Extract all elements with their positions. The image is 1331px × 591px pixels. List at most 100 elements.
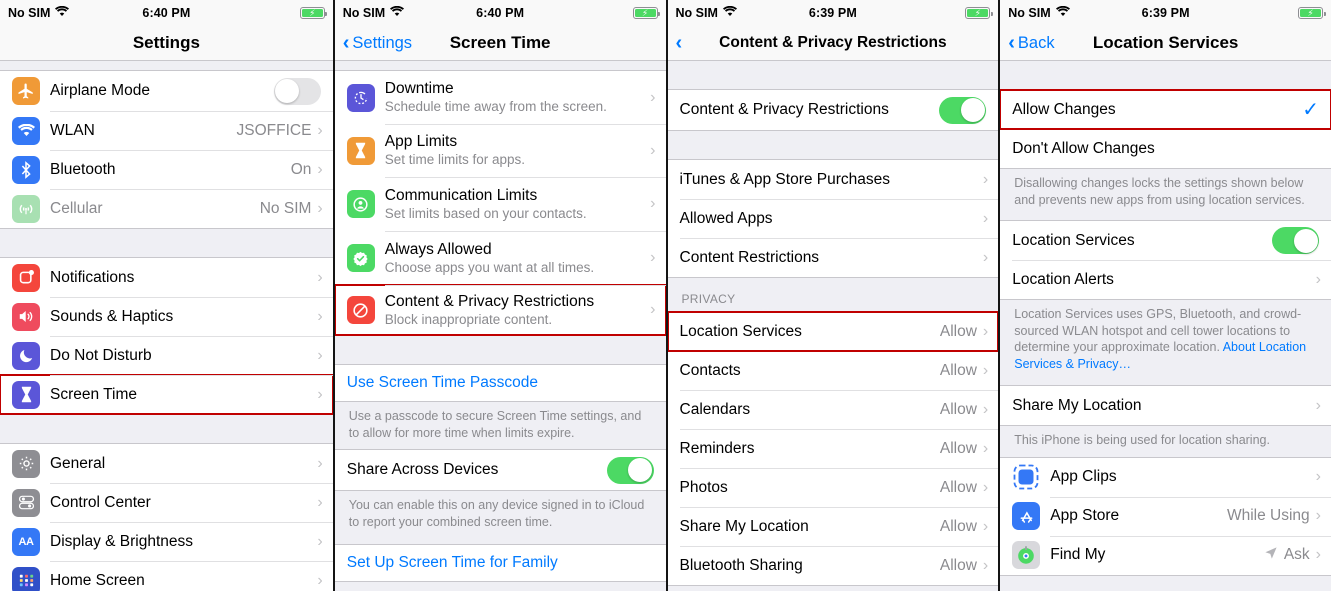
list-item-title: App Limits xyxy=(384,133,458,151)
list-item-subtitle: Schedule time away from the screen. xyxy=(384,99,607,115)
content-privacy-restrictions-toggle[interactable] xyxy=(939,96,987,124)
sounds-icon xyxy=(12,302,40,331)
chevron-right-icon: › xyxy=(982,556,989,574)
list-item-text: App Limits Set time limits for apps. xyxy=(385,133,650,167)
list-item-always-allowed[interactable]: Always Allowed Choose apps you want at a… xyxy=(334,231,666,285)
share-location-footer-text: This iPhone is being used for location s… xyxy=(1000,426,1331,457)
chevron-right-icon: › xyxy=(982,248,989,266)
option-allow-changes[interactable]: Allow Changes ✓ xyxy=(1000,89,1331,130)
restrictions-list[interactable]: Content & Privacy Restrictions iTunes & … xyxy=(667,61,999,591)
chevron-right-icon: › xyxy=(982,170,989,188)
list-item-title: Communication Limits xyxy=(384,186,538,204)
chevron-right-icon: › xyxy=(317,199,323,217)
sidebar-item-display-brightness[interactable]: AA Display & Brightness › xyxy=(0,522,333,561)
list-item-text: Content & Privacy Restrictions Block ina… xyxy=(385,293,650,327)
use-screen-time-passcode-button[interactable]: Use Screen Time Passcode xyxy=(334,364,666,402)
chevron-right-icon: › xyxy=(650,195,656,212)
row-label: Bluetooth Sharing xyxy=(679,556,803,574)
list-item-downtime[interactable]: Downtime Schedule time away from the scr… xyxy=(334,71,666,124)
row-label: Do Not Disturb xyxy=(50,346,152,364)
sidebar-item-cellular[interactable]: Cellular No SIM › xyxy=(0,189,333,228)
row-label: Don't Allow Changes xyxy=(1012,139,1155,157)
list-item-subtitle: Set time limits for apps. xyxy=(384,152,526,168)
row-label: App Store xyxy=(1050,507,1120,524)
location-services-list[interactable]: Allow Changes ✓ Don't Allow Changes Disa… xyxy=(1000,61,1331,591)
list-item-app-store[interactable]: App Store While Using › xyxy=(1000,496,1331,536)
option-dont-allow-changes[interactable]: Don't Allow Changes xyxy=(1000,129,1331,168)
chevron-right-icon: › xyxy=(982,478,989,496)
sidebar-item-do-not-disturb[interactable]: Do Not Disturb › xyxy=(0,336,333,375)
list-item-content-privacy-restrictions[interactable]: Content & Privacy Restrictions Block ina… xyxy=(334,284,666,336)
row-label: Share My Location xyxy=(1012,396,1142,414)
chevron-right-icon: › xyxy=(982,322,989,340)
list-item-calendars[interactable]: Calendars Allow › xyxy=(667,390,999,429)
spacer xyxy=(0,415,333,443)
back-button[interactable]: ‹ Back xyxy=(1008,33,1054,53)
list-item-find-my[interactable]: Find My Ask › xyxy=(1000,535,1331,575)
content-privacy-restrictions-row[interactable]: Content & Privacy Restrictions xyxy=(667,90,999,130)
chevron-right-icon: › xyxy=(1315,396,1321,414)
chevron-right-icon: › xyxy=(317,346,323,364)
sidebar-item-home-screen[interactable]: Home Screen › xyxy=(0,561,333,591)
list-item-title: Downtime xyxy=(384,80,454,98)
row-label: Screen Time xyxy=(50,385,138,403)
list-item-communication-limits[interactable]: Communication Limits Set limits based on… xyxy=(334,177,666,231)
sidebar-item-airplane-mode[interactable]: Airplane Mode xyxy=(0,71,333,111)
sidebar-item-general[interactable]: General › xyxy=(0,444,333,483)
sidebar-item-sounds-haptics[interactable]: Sounds & Haptics › xyxy=(0,297,333,336)
privacy-section-header: PRIVACY xyxy=(667,278,999,311)
list-item-photos[interactable]: Photos Allow › xyxy=(667,468,999,507)
list-item-location-services[interactable]: Location Services Allow › xyxy=(667,311,999,352)
list-item-app-clips[interactable]: App Clips › xyxy=(1000,457,1331,497)
settings-list[interactable]: Airplane Mode WLAN JSOFFICE › Bluetooth … xyxy=(0,61,333,591)
sidebar-item-bluetooth[interactable]: Bluetooth On › xyxy=(0,150,333,189)
set-up-family-button[interactable]: Set Up Screen Time for Family xyxy=(334,544,666,582)
spacer xyxy=(667,131,999,159)
row-label: Control Center xyxy=(50,493,151,511)
gear-icon xyxy=(12,449,40,478)
clock: 6:40 PM xyxy=(476,6,525,20)
row-label: Find My xyxy=(1050,546,1106,563)
list-item-itunes-app-store-purchases[interactable]: iTunes & App Store Purchases › xyxy=(667,160,999,199)
airplane-mode-toggle[interactable] xyxy=(273,77,321,105)
share-across-devices-toggle[interactable] xyxy=(606,456,654,484)
screen-time-list[interactable]: Downtime Schedule time away from the scr… xyxy=(334,61,666,591)
phone-screenshot-row: No SIM 6:40 PM ⚡ Settings Airplane Mode xyxy=(0,0,1331,591)
clock: 6:39 PM xyxy=(808,6,857,20)
list-item-app-limits[interactable]: App Limits Set time limits for apps. › xyxy=(334,124,666,177)
list-item-allowed-apps[interactable]: Allowed Apps › xyxy=(667,199,999,238)
list-item-location-alerts[interactable]: Location Alerts › xyxy=(1000,260,1331,299)
sidebar-item-screen-time[interactable]: Screen Time › xyxy=(0,374,333,415)
row-label: Bluetooth xyxy=(50,160,116,178)
chevron-right-icon: › xyxy=(650,301,656,318)
location-services-toggle[interactable] xyxy=(1272,227,1319,254)
chevron-right-icon: › xyxy=(982,361,989,379)
sidebar-item-wlan[interactable]: WLAN JSOFFICE › xyxy=(0,111,333,150)
spacer xyxy=(334,61,666,70)
sidebar-item-notifications[interactable]: Notifications › xyxy=(0,258,333,297)
screen-settings: No SIM 6:40 PM ⚡ Settings Airplane Mode xyxy=(0,0,333,591)
nav-bar: ‹ Content & Privacy Restrictions xyxy=(667,26,999,61)
notifications-icon xyxy=(12,263,40,292)
list-item-share-my-location[interactable]: Share My Location Allow › xyxy=(667,507,999,546)
list-item-subtitle: Set limits based on your contacts. xyxy=(384,205,587,221)
list-item-contacts[interactable]: Contacts Allow › xyxy=(667,351,999,390)
list-item-bluetooth-sharing[interactable]: Bluetooth Sharing Allow › xyxy=(667,546,999,585)
battery-charging-icon: ⚡ xyxy=(299,7,328,19)
share-across-devices-row[interactable]: Share Across Devices xyxy=(334,450,666,490)
sidebar-item-control-center[interactable]: Control Center › xyxy=(0,483,333,522)
chevron-right-icon: › xyxy=(317,268,323,286)
list-item-reminders[interactable]: Reminders Allow › xyxy=(667,429,999,468)
location-services-row[interactable]: Location Services xyxy=(1000,221,1331,260)
list-item-share-my-location[interactable]: Share My Location › xyxy=(1000,386,1331,425)
back-button[interactable]: ‹ Settings xyxy=(343,33,412,53)
chevron-right-icon: › xyxy=(1315,546,1321,563)
row-label: Allow Changes xyxy=(1012,100,1116,118)
carrier-label: No SIM xyxy=(675,6,718,20)
app-store-icon xyxy=(1012,502,1041,530)
back-button[interactable]: ‹ xyxy=(676,33,684,53)
status-bar-left: No SIM xyxy=(1008,5,1084,20)
list-item-content-restrictions[interactable]: Content Restrictions › xyxy=(667,238,999,277)
page-title: Content & Privacy Restrictions xyxy=(719,34,947,51)
battery-charging-icon: ⚡ xyxy=(965,7,993,19)
